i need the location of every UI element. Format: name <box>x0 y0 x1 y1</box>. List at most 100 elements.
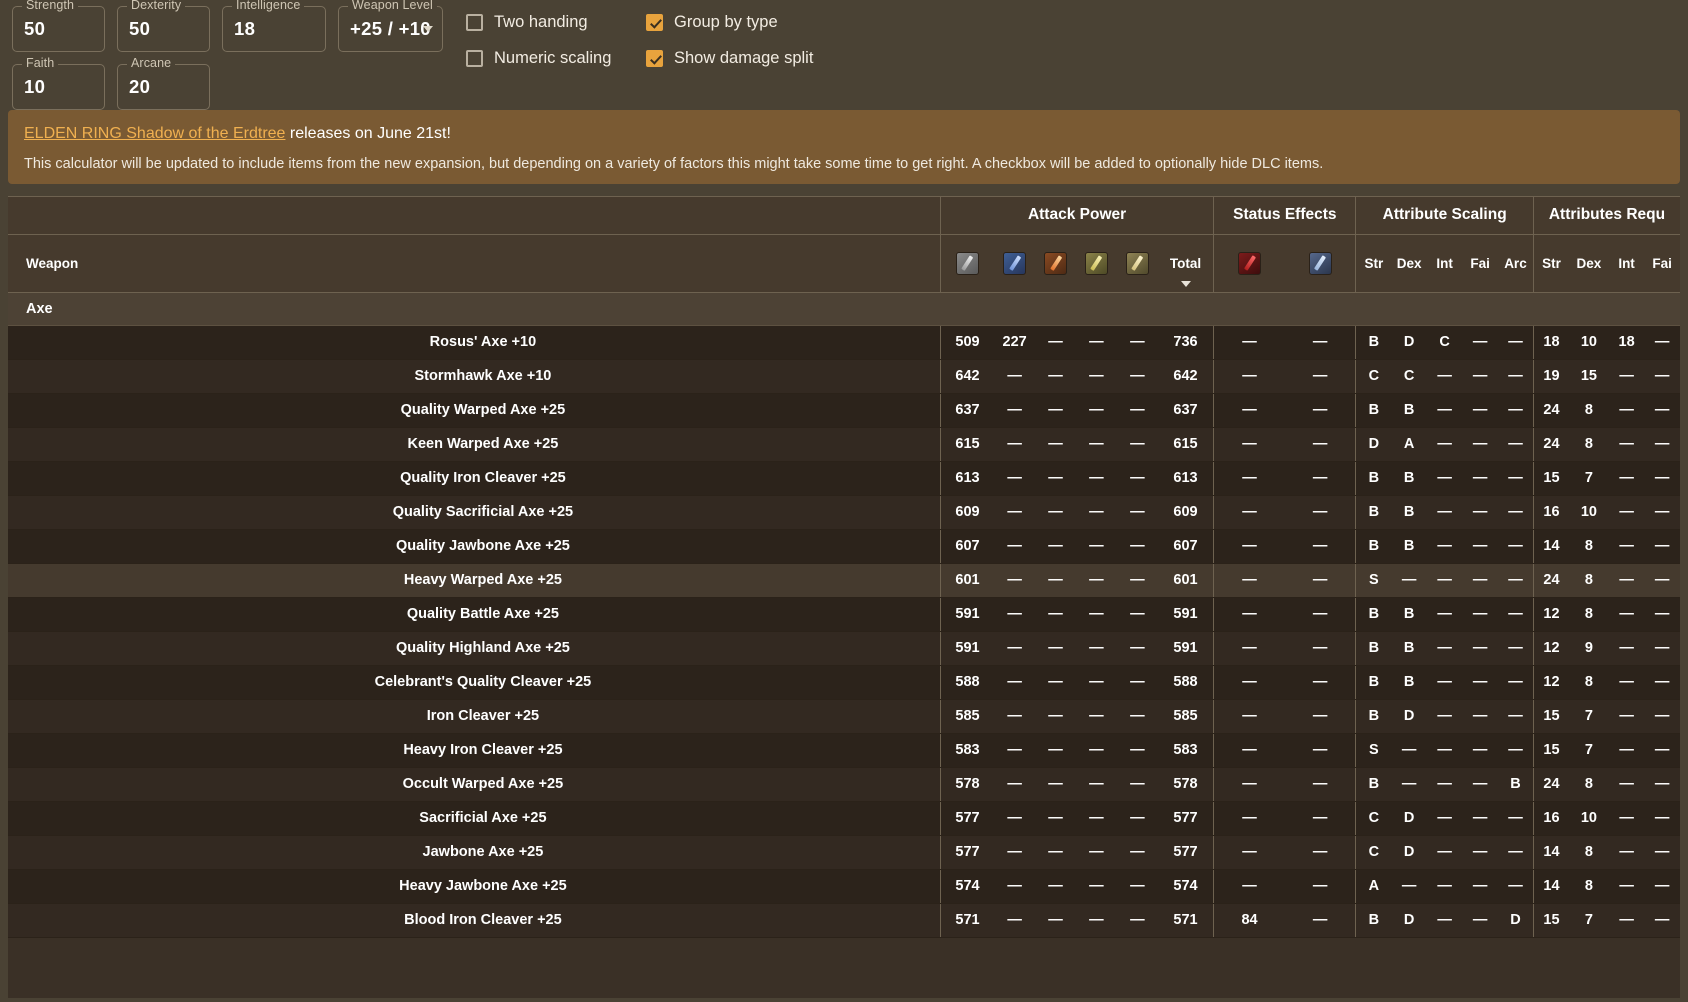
cell-required-fai: — <box>1644 869 1680 904</box>
weapons-table-container[interactable]: Attack Power Status Effects Attribute Sc… <box>8 196 1680 998</box>
strength-field[interactable]: Strength 50 <box>12 0 105 52</box>
weapon-name-link[interactable]: Rosus' Axe +10 <box>8 325 941 360</box>
column-header-bleed[interactable] <box>1213 234 1285 293</box>
cell-total-damage: 601 <box>1157 563 1214 598</box>
checkbox-box-show-damage-split[interactable] <box>646 49 663 67</box>
cell-fire-damage: — <box>1035 869 1076 904</box>
cell-required-fai: — <box>1644 495 1680 530</box>
table-row[interactable]: Celebrant's Quality Cleaver +25 588— — — —58… <box>8 665 1680 700</box>
table-row[interactable]: Quality Highland Axe +25 591— — — —591— — B B — —… <box>8 631 1680 666</box>
frost-status-icon <box>1308 251 1332 275</box>
weapon-name-link[interactable]: Quality Highland Axe +25 <box>8 631 941 666</box>
table-row[interactable]: Blood Iron Cleaver +25 571— — — —571 84— B D — — D… <box>8 903 1680 938</box>
checkbox-box-numeric-scaling[interactable] <box>466 49 483 67</box>
column-header-magic[interactable] <box>994 234 1036 293</box>
weapon-level-select[interactable]: Weapon Level +25 / +10 <box>338 0 443 52</box>
weapon-name-link[interactable]: Heavy Warped Axe +25 <box>8 563 941 598</box>
column-header-scaling-dex[interactable]: Dex <box>1391 234 1427 293</box>
cell-fire-damage: — <box>1035 903 1076 938</box>
table-row[interactable]: Iron Cleaver +25 585— — — —585— — B D — — —15 7— — <box>8 699 1680 734</box>
cell-magic-damage: — <box>994 767 1036 802</box>
cell-total-damage: 642 <box>1157 359 1214 394</box>
weapon-name-link[interactable]: Quality Battle Axe +25 <box>8 597 941 632</box>
intelligence-field[interactable]: Intelligence 18 <box>222 0 326 52</box>
weapon-name-link[interactable]: Quality Iron Cleaver +25 <box>8 461 941 496</box>
dexterity-field[interactable]: Dexterity 50 <box>117 0 210 52</box>
table-row[interactable]: Heavy Iron Cleaver +25 583— — — —583— — S — — — —1… <box>8 733 1680 768</box>
weapon-name-link[interactable]: Jawbone Axe +25 <box>8 835 941 870</box>
weapon-level-label: Weapon Level <box>348 0 437 12</box>
column-header-required-dex[interactable]: Dex <box>1568 234 1609 293</box>
weapon-name-link[interactable]: Blood Iron Cleaver +25 <box>8 903 941 938</box>
cell-bleed-status: — <box>1213 835 1285 870</box>
table-row[interactable]: Quality Jawbone Axe +25 607— — — —607— — B B — — —… <box>8 529 1680 564</box>
weapon-name-link[interactable]: Keen Warped Axe +25 <box>8 427 941 462</box>
table-row[interactable]: Quality Iron Cleaver +25 613— — — —613— — B B — —… <box>8 461 1680 496</box>
column-header-weapon[interactable]: Weapon <box>8 234 941 293</box>
cell-magic-damage: — <box>994 529 1036 564</box>
column-header-scaling-arc[interactable]: Arc <box>1497 234 1534 293</box>
column-header-fire[interactable] <box>1035 234 1076 293</box>
checkbox-show-damage-split[interactable]: Show damage split <box>646 40 813 76</box>
cell-physical-damage: 574 <box>939 869 995 904</box>
cell-lightning-damage: — <box>1075 325 1117 360</box>
stat-inputs: Strength 50 Dexterity 50 Intelligence 18… <box>12 0 464 116</box>
weapon-name-link[interactable]: Celebrant's Quality Cleaver +25 <box>8 665 941 700</box>
cell-holy-damage: — <box>1116 699 1158 734</box>
column-header-scaling-str[interactable]: Str <box>1355 234 1392 293</box>
weapon-name-link[interactable]: Quality Jawbone Axe +25 <box>8 529 941 564</box>
column-header-required-str[interactable]: Str <box>1532 234 1569 293</box>
chevron-down-icon[interactable] <box>423 26 433 32</box>
cell-required-str: 16 <box>1532 495 1569 530</box>
table-body: Axe Rosus' Axe +10 509 227— — —736— — B D C — —18 1… <box>8 292 1680 938</box>
table-row[interactable]: Sacrificial Axe +25 577— — — —577— — C D — — —16 10… <box>8 801 1680 836</box>
cell-required-int: — <box>1608 631 1645 666</box>
faith-field[interactable]: Faith 10 <box>12 56 105 110</box>
cell-bleed-status: — <box>1213 869 1285 904</box>
checkbox-numeric-scaling[interactable]: Numeric scaling <box>466 40 636 76</box>
column-header-total[interactable]: Total <box>1157 234 1214 293</box>
cell-frost-status: — <box>1284 597 1356 632</box>
column-header-holy[interactable] <box>1116 234 1158 293</box>
weapon-name-link[interactable]: Quality Warped Axe +25 <box>8 393 941 428</box>
table-row[interactable]: Quality Sacrificial Axe +25 609— — — —609— — B… <box>8 495 1680 530</box>
checkbox-two-handing[interactable]: Two handing <box>466 4 636 40</box>
table-row[interactable]: Heavy Warped Axe +25 601— — — —601— — S — — — —24 8… <box>8 563 1680 598</box>
cell-required-fai: — <box>1644 461 1680 496</box>
column-header-required-int[interactable]: Int <box>1608 234 1645 293</box>
weapon-name-link[interactable]: Heavy Iron Cleaver +25 <box>8 733 941 768</box>
cell-bleed-status: — <box>1213 359 1285 394</box>
checkbox-box-group-by-type[interactable] <box>646 13 663 31</box>
table-row[interactable]: Heavy Jawbone Axe +25 574— — — —574— — A — — — —14… <box>8 869 1680 904</box>
weapon-name-link[interactable]: Sacrificial Axe +25 <box>8 801 941 836</box>
weapon-name-link[interactable]: Heavy Jawbone Axe +25 <box>8 869 941 904</box>
column-header-scaling-int[interactable]: Int <box>1426 234 1463 293</box>
table-row[interactable]: Quality Warped Axe +25 637— — — —637— — B B — — —2… <box>8 393 1680 428</box>
banner-dlc-link[interactable]: ELDEN RING Shadow of the Erdtree <box>24 125 285 142</box>
table-row[interactable]: Quality Battle Axe +25 591— — — —591— — B B — — —1… <box>8 597 1680 632</box>
table-row[interactable]: Jawbone Axe +25 577— — — —577— — C D — — —14 8— — <box>8 835 1680 870</box>
table-row[interactable]: Occult Warped Axe +25 578— — — —578— — B — — — B 24… <box>8 767 1680 802</box>
column-header-physical[interactable] <box>939 234 995 293</box>
cell-scaling-arc: — <box>1497 359 1534 394</box>
weapon-name-link[interactable]: Iron Cleaver +25 <box>8 699 941 734</box>
cell-required-str: 14 <box>1532 529 1569 564</box>
arcane-field[interactable]: Arcane 20 <box>117 56 210 110</box>
table-row[interactable]: Keen Warped Axe +25 615— — — —615— — D A — — —24 8—… <box>8 427 1680 462</box>
cell-bleed-status: — <box>1213 767 1285 802</box>
cell-scaling-arc: — <box>1497 801 1534 836</box>
table-row[interactable]: Stormhawk Axe +10 642— — — —642— — C C — — —19 15— — <box>8 359 1680 394</box>
weapon-name-link[interactable]: Quality Sacrificial Axe +25 <box>8 495 941 530</box>
column-header-frost[interactable] <box>1284 234 1356 293</box>
column-header-scaling-fai[interactable]: Fai <box>1462 234 1498 293</box>
cell-magic-damage: — <box>994 903 1036 938</box>
cell-scaling-arc: — <box>1497 529 1534 564</box>
checkbox-group-by-type[interactable]: Group by type <box>646 4 813 40</box>
column-header-required-fai[interactable]: Fai <box>1644 234 1680 293</box>
weapon-name-link[interactable]: Occult Warped Axe +25 <box>8 767 941 802</box>
checkbox-box-two-handing[interactable] <box>466 13 483 31</box>
column-header-lightning[interactable] <box>1075 234 1117 293</box>
weapon-name-link[interactable]: Stormhawk Axe +10 <box>8 359 941 394</box>
cell-required-fai: — <box>1644 903 1680 938</box>
table-row[interactable]: Rosus' Axe +10 509 227— — —736— — B D C — —18 10 18— <box>8 325 1680 360</box>
